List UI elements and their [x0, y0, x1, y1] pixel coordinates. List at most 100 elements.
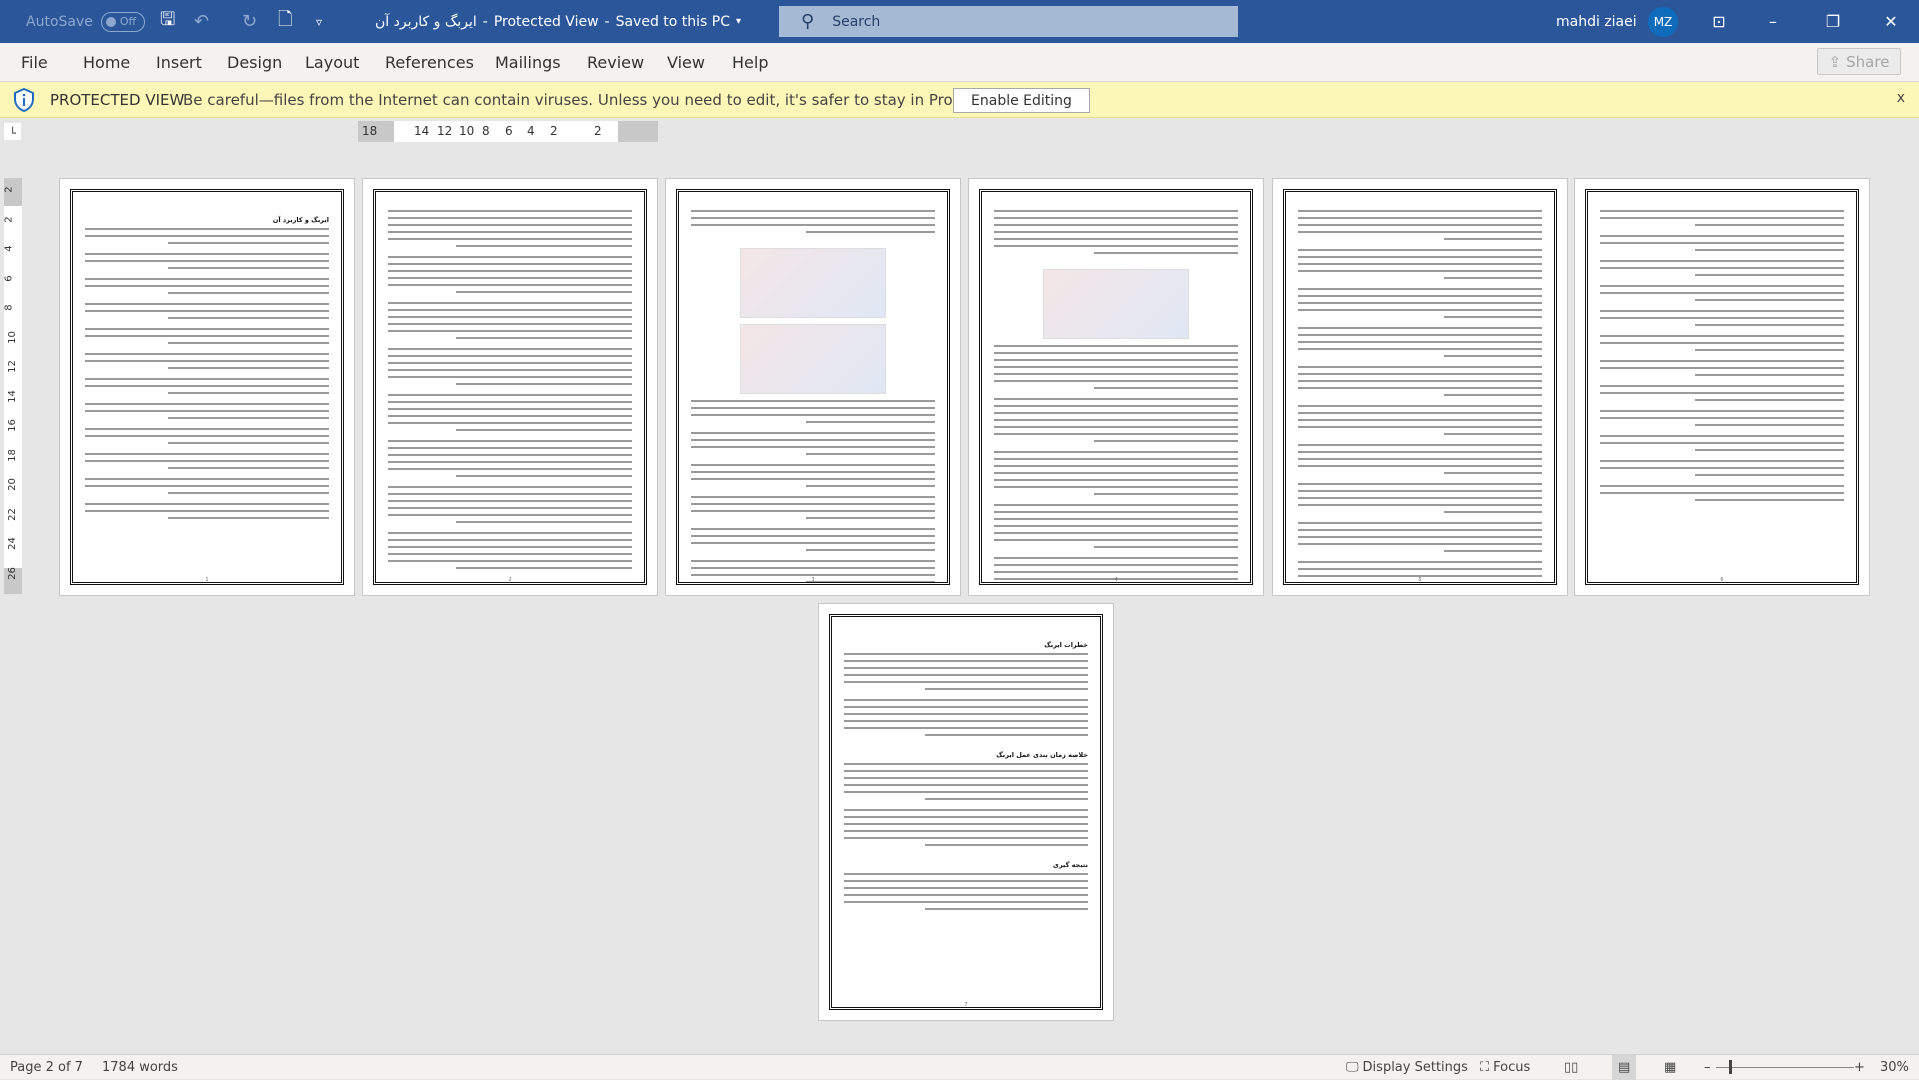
text-line — [388, 486, 632, 488]
tab-review[interactable]: Review — [587, 43, 644, 82]
text-line — [691, 471, 935, 473]
text-line — [1695, 474, 1844, 476]
avatar[interactable]: MZ — [1648, 7, 1678, 37]
text-line — [691, 407, 935, 409]
page-6[interactable]: 6 — [1574, 178, 1870, 596]
text-line — [456, 567, 632, 569]
section-heading: نتیجه گیری — [1052, 861, 1088, 869]
text-line — [388, 468, 632, 470]
save-state[interactable]: Saved to this PC — [616, 14, 730, 30]
text-line — [388, 256, 632, 258]
vertical-ruler[interactable]: 2 2 4 6 8 10 12 14 16 18 20 22 24 26 — [4, 178, 22, 594]
chevron-down-icon[interactable]: ▾ — [736, 16, 741, 27]
search-placeholder: Search — [832, 13, 881, 30]
page-7[interactable]: خطرات ایربگ خلاصه زمان بندی عمل ایربگ نتیج… — [818, 603, 1114, 1021]
page-content — [676, 189, 950, 585]
toggle-switch[interactable]: Off — [100, 11, 145, 32]
text-line — [1298, 249, 1542, 251]
undo-icon[interactable]: ↶ — [194, 0, 209, 43]
close-bar-button[interactable]: x — [1897, 90, 1905, 106]
text-line — [1298, 426, 1542, 428]
text-line — [1298, 231, 1542, 233]
zoom-in-button[interactable]: + — [1854, 1055, 1865, 1080]
text-line — [691, 503, 935, 505]
text-line — [1444, 511, 1542, 513]
text-line — [388, 560, 632, 562]
text-line — [844, 674, 1088, 676]
text-line — [388, 217, 632, 219]
tab-help[interactable]: Help — [732, 43, 768, 82]
text-line — [388, 369, 632, 371]
share-button[interactable]: ⇪ Share — [1817, 48, 1901, 75]
text-line — [844, 653, 1088, 655]
text-line — [1600, 267, 1844, 269]
ribbon-display-options-icon[interactable]: ⊡ — [1696, 0, 1742, 43]
redo-icon[interactable]: ↻ — [242, 0, 257, 43]
text-line — [388, 284, 632, 286]
text-line — [1600, 360, 1844, 362]
text-line — [994, 345, 1238, 347]
minimize-icon[interactable]: – — [1750, 0, 1796, 43]
text-line — [1298, 217, 1542, 219]
web-layout-icon[interactable]: ▦ — [1664, 1055, 1676, 1080]
text-line — [456, 429, 632, 431]
page-4[interactable]: 4 — [968, 178, 1264, 596]
zoom-slider-thumb[interactable] — [1728, 1060, 1732, 1074]
text-line — [85, 278, 329, 280]
text-line — [388, 270, 632, 272]
enable-editing-button[interactable]: Enable Editing — [953, 88, 1090, 113]
save-icon[interactable]: 🖫 — [160, 0, 175, 43]
page-count[interactable]: Page 2 of 7 — [10, 1055, 83, 1080]
page-number: 1 — [205, 577, 209, 583]
text-line — [691, 464, 935, 466]
text-line — [994, 419, 1238, 421]
print-layout-icon[interactable]: ▤ — [1612, 1055, 1637, 1080]
tab-home[interactable]: Home — [83, 43, 130, 82]
text-line — [388, 553, 632, 555]
text-line — [167, 517, 329, 519]
zoom-level[interactable]: 30% — [1880, 1055, 1909, 1080]
close-icon[interactable]: ✕ — [1868, 0, 1914, 43]
restore-icon[interactable]: ❐ — [1810, 0, 1856, 43]
tab-mailings[interactable]: Mailings — [495, 43, 561, 82]
text-line — [994, 539, 1238, 541]
page-2[interactable]: 2 — [362, 178, 658, 596]
tab-insert[interactable]: Insert — [156, 43, 202, 82]
display-settings-button[interactable]: 🖵 Display Settings — [1346, 1055, 1468, 1080]
text-line — [388, 309, 632, 311]
zoom-out-button[interactable]: – — [1704, 1055, 1711, 1080]
text-line — [1298, 405, 1542, 407]
word-count[interactable]: 1784 words — [102, 1055, 178, 1080]
text-line — [167, 467, 329, 469]
ruler-tick: 6 — [3, 274, 15, 282]
tab-view[interactable]: View — [667, 43, 705, 82]
text-line — [388, 238, 632, 240]
tab-references[interactable]: References — [385, 43, 474, 82]
search-box[interactable]: ⚲ Search — [779, 6, 1238, 37]
text-line — [994, 352, 1238, 354]
zoom-slider[interactable] — [1716, 1067, 1854, 1068]
tab-layout[interactable]: Layout — [305, 43, 359, 82]
text-line — [994, 525, 1238, 527]
text-line — [1695, 424, 1844, 426]
page-3[interactable]: 3 — [665, 178, 961, 596]
new-document-icon[interactable]: 🗋 — [278, 0, 292, 43]
text-line — [844, 809, 1088, 811]
tab-design[interactable]: Design — [227, 43, 282, 82]
focus-button[interactable]: ⛶ Focus — [1480, 1055, 1530, 1080]
horizontal-ruler[interactable]: 18 14 12 10 8 6 4 2 2 — [358, 121, 658, 142]
text-line — [85, 410, 329, 412]
autosave-toggle[interactable]: AutoSave Off — [26, 0, 145, 43]
user-name[interactable]: mahdi ziaei — [1556, 0, 1637, 43]
text-line — [994, 465, 1238, 467]
tab-selector[interactable]: └ — [4, 123, 21, 140]
page-1[interactable]: ایربگ و کاربرد آن 1 — [59, 178, 355, 596]
text-line — [388, 231, 632, 233]
text-line — [167, 267, 329, 269]
tab-file[interactable]: File — [21, 43, 48, 82]
page-5[interactable]: 5 — [1272, 178, 1568, 596]
text-line — [388, 376, 632, 378]
autosave-label: AutoSave — [26, 13, 93, 30]
read-mode-icon[interactable]: ▯▯ — [1564, 1055, 1578, 1080]
customize-toolbar-icon[interactable]: ▿ — [316, 0, 322, 43]
